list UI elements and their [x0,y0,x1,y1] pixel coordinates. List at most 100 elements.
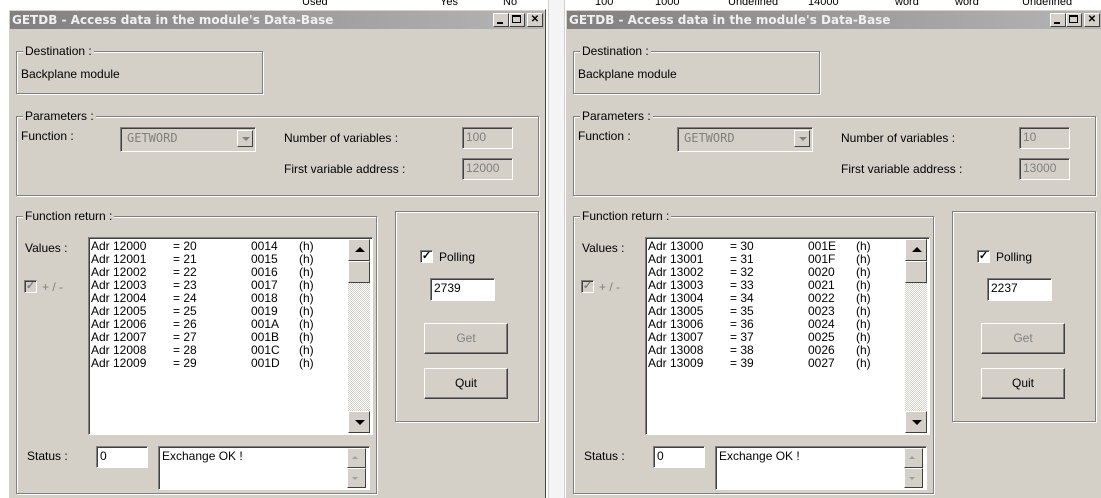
background-column-divider [548,0,565,498]
polling-checkbox[interactable]: ✓ [420,250,433,263]
polling-label: Polling [439,250,476,264]
maximize-icon[interactable] [1066,13,1082,27]
num-vars-label: Number of variables : [284,131,399,145]
first-addr-field[interactable]: 12000 [462,158,513,180]
status-scroll-down[interactable] [904,468,923,488]
parameters-legend: Parameters : [23,109,96,123]
function-return-group: Function return : Values : ✓ + / - Adr 1… [573,209,934,494]
status-message-field: Exchange OK ! [158,446,370,490]
scroll-up-icon [912,247,922,252]
background-cell: word [895,0,919,8]
values-listbox[interactable]: Adr 12000 = 20 0014 (h) Adr 12001 = 21 0015 (h… [88,237,373,435]
scroll-down-button[interactable] [905,411,927,433]
parameters-group: Parameters : Function : GETWORD Number o… [16,109,539,196]
title-bar[interactable]: GETDB - Access data in the module's Data… [567,11,1101,29]
status-scrollbar[interactable] [904,448,923,488]
status-code-field: 0 [653,446,705,468]
status-scroll-up[interactable] [904,448,923,468]
polling-counter-field: 2237 [987,278,1052,301]
polling-counter-field: 2739 [430,278,495,301]
polling-label: Polling [996,250,1033,264]
polling-group: ✓ Polling 2739 Get Quit [395,211,539,422]
background-cell: Used [302,0,328,8]
status-code-field: 0 [96,446,148,468]
getdb-dialog-2: GETDB - Access data in the module's Data… [565,9,1101,498]
background-cell: Undefined [728,0,779,8]
destination-group: Destination : Backplane module [16,44,263,94]
num-vars-field[interactable]: 100 [462,127,513,149]
get-button[interactable]: Get [981,323,1065,354]
plusminus-label: + / - [599,280,621,294]
first-addr-label: First variable address : [841,162,963,176]
destination-legend: Destination : [23,44,94,58]
function-select[interactable]: GETWORD [677,127,813,152]
checkmark-icon: ✓ [25,280,36,292]
title-bar[interactable]: GETDB - Access data in the module's Data… [10,11,544,29]
parameters-group: Parameters : Function : GETWORD Number o… [573,109,1096,196]
destination-group: Destination : Backplane module [573,44,820,94]
quit-button[interactable]: Quit [981,368,1065,399]
minimize-icon[interactable] [1050,13,1066,27]
checkmark-icon: ✓ [582,280,593,292]
scroll-up-button[interactable] [905,239,927,261]
get-button[interactable]: Get [424,323,508,354]
close-icon[interactable]: ✕ [527,13,543,27]
function-return-legend: Function return : [580,209,672,223]
status-message-field: Exchange OK ! [715,446,927,490]
function-return-legend: Function return : [23,209,115,223]
getdb-dialog-1: GETDB - Access data in the module's Data… [8,9,546,498]
window-controls: ✕ [493,13,543,27]
function-return-group: Function return : Values : ✓ + / - Adr 1… [16,209,377,494]
status-scroll-up[interactable] [347,448,366,468]
plusminus-checkbox[interactable]: ✓ [581,280,594,293]
status-scrollbar[interactable] [347,448,366,488]
parameters-legend: Parameters : [580,109,653,123]
destination-legend: Destination : [580,44,651,58]
polling-checkbox[interactable]: ✓ [977,250,990,263]
plusminus-label: + / - [42,280,64,294]
values-label: Values : [25,241,68,255]
checkmark-icon: ✓ [978,250,989,262]
destination-value: Backplane module [578,67,677,81]
background-cell: 1000 [655,0,680,8]
values-scrollbar[interactable] [348,239,370,433]
status-label: Status : [584,449,625,463]
status-scroll-down[interactable] [347,468,366,488]
chevron-down-icon[interactable] [794,130,810,147]
minimize-icon[interactable] [493,13,509,27]
values-label: Values : [582,241,625,255]
scroll-down-icon [912,420,922,425]
function-select-value: GETWORD [127,131,178,145]
num-vars-label: Number of variables : [841,131,956,145]
plusminus-checkbox[interactable]: ✓ [24,280,37,293]
function-label: Function : [578,129,631,143]
window-controls: ✕ [1050,13,1100,27]
scroll-up-button[interactable] [348,239,370,261]
close-icon[interactable]: ✕ [1084,13,1100,27]
background-cell: 14000 [808,0,839,8]
background-cell: Yes [440,0,458,8]
scroll-thumb[interactable] [348,261,370,283]
polling-group: ✓ Polling 2237 Get Quit [952,211,1096,422]
maximize-icon[interactable] [509,13,525,27]
first-addr-label: First variable address : [284,162,406,176]
background-cell: 100 [595,0,614,8]
background-cell: No [503,0,518,8]
values-listbox[interactable]: Adr 13000 = 30 001E (h) Adr 13001 = 31 001F (h… [645,237,930,435]
first-addr-field[interactable]: 13000 [1019,158,1070,180]
window-title: GETDB - Access data in the module's Data… [569,13,891,27]
function-select-value: GETWORD [684,131,735,145]
quit-button[interactable]: Quit [424,368,508,399]
function-label: Function : [21,129,74,143]
values-scrollbar[interactable] [905,239,927,433]
function-select[interactable]: GETWORD [120,127,256,152]
destination-value: Backplane module [21,67,120,81]
window-title: GETDB - Access data in the module's Data… [12,13,334,27]
scroll-up-icon [355,247,365,252]
scroll-thumb[interactable] [905,261,927,283]
chevron-down-icon[interactable] [237,130,253,147]
background-cell: word [955,0,979,8]
status-label: Status : [27,449,68,463]
scroll-down-button[interactable] [348,411,370,433]
num-vars-field[interactable]: 10 [1019,127,1070,149]
